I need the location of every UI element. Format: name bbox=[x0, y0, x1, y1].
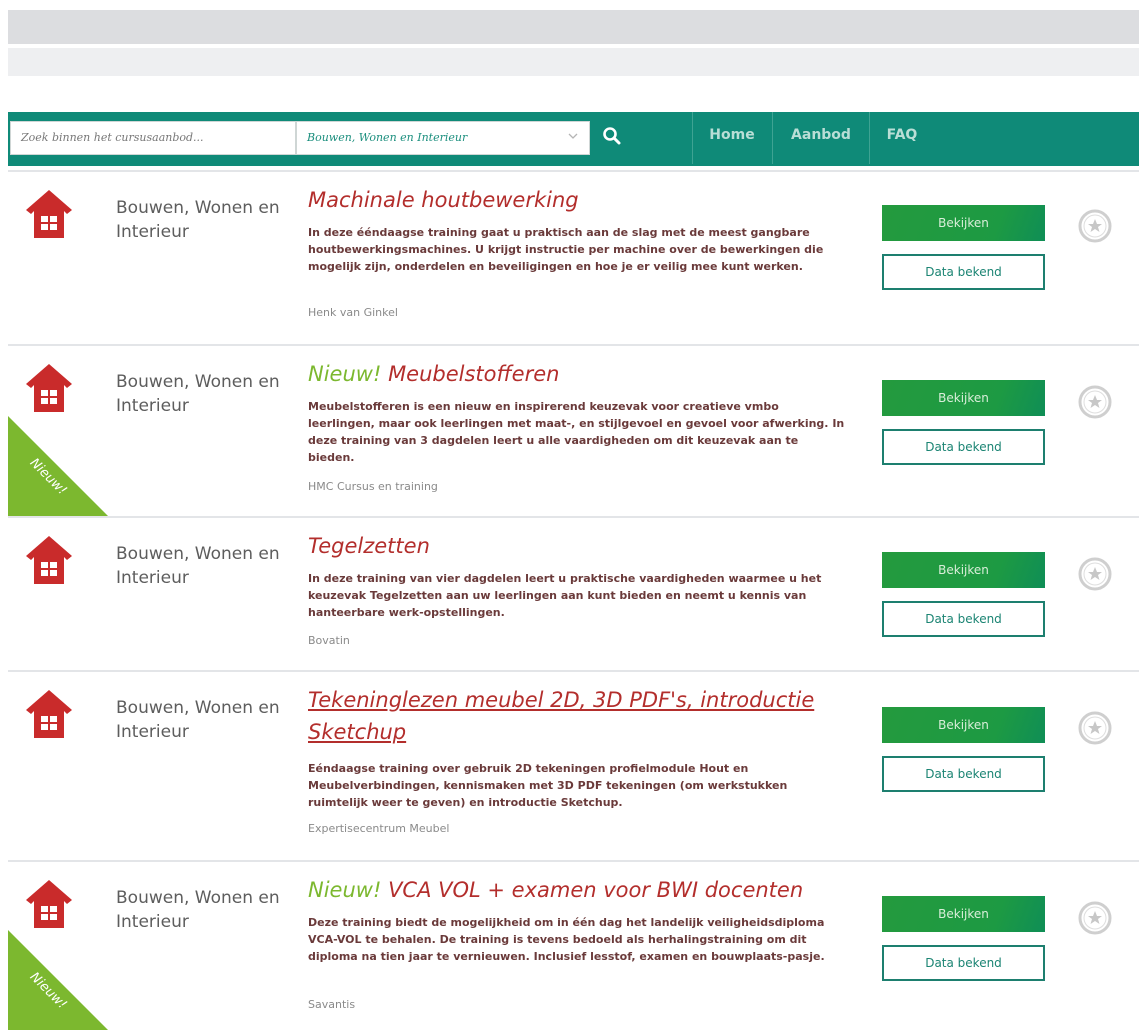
dates-button[interactable]: Data bekend bbox=[882, 945, 1045, 981]
course-item: Nieuw! Bouwen, Wonen en Interieur Nieuw!… bbox=[8, 862, 1139, 1030]
course-description: In deze training van vier dagdelen leert… bbox=[308, 572, 822, 619]
star-icon[interactable] bbox=[1075, 554, 1115, 594]
dates-button[interactable]: Data bekend bbox=[882, 601, 1045, 637]
chevron-down-icon bbox=[568, 133, 578, 139]
nav-item-faq[interactable]: FAQ bbox=[870, 112, 934, 164]
course-description: Deze training biedt de mogelijkheid om i… bbox=[308, 916, 825, 963]
dates-button[interactable]: Data bekend bbox=[882, 756, 1045, 792]
star-icon[interactable] bbox=[1075, 382, 1115, 422]
category-select[interactable]: Bouwen, Wonen en Interieur bbox=[296, 121, 590, 155]
course-provider: HMC Cursus en training bbox=[308, 480, 438, 493]
new-prefix: Nieuw! bbox=[308, 878, 382, 902]
nav-item-aanbod[interactable]: Aanbod bbox=[773, 112, 869, 164]
search-input[interactable]: Zoek binnen het cursusaanbod... bbox=[10, 121, 296, 155]
course-category: Bouwen, Wonen en Interieur bbox=[116, 372, 280, 416]
course-title-text[interactable]: Meubelstofferen bbox=[388, 362, 559, 386]
new-prefix: Nieuw! bbox=[308, 362, 382, 386]
house-icon bbox=[26, 364, 72, 412]
course-provider: Savantis bbox=[308, 998, 356, 1011]
course-title-text[interactable]: Machinale houtbewerking bbox=[308, 188, 579, 212]
house-icon bbox=[26, 690, 72, 738]
course-title-text[interactable]: VCA VOL + examen voor BWI docenten bbox=[388, 878, 803, 902]
star-icon[interactable] bbox=[1075, 898, 1115, 938]
navigation-bar: Zoek binnen het cursusaanbod... Bouwen, … bbox=[8, 112, 1139, 166]
view-button[interactable]: Bekijken bbox=[882, 205, 1045, 241]
course-description: Eéndaagse training over gebruik 2D teken… bbox=[308, 762, 788, 809]
sub-bar bbox=[8, 48, 1139, 76]
course-title[interactable]: Nieuw! VCA VOL + examen voor BWI docente… bbox=[308, 874, 868, 906]
course-title-text[interactable]: Tegelzetten bbox=[308, 534, 430, 558]
course-title[interactable]: Nieuw! Meubelstofferen bbox=[308, 358, 868, 390]
course-description: In deze ééndaagse training gaat u prakti… bbox=[308, 226, 824, 273]
course-provider: Henk van Ginkel bbox=[308, 306, 398, 319]
star-icon[interactable] bbox=[1075, 206, 1115, 246]
dates-button[interactable]: Data bekend bbox=[882, 429, 1045, 465]
nav-item-home[interactable]: Home bbox=[692, 112, 772, 164]
course-item: Nieuw! Bouwen, Wonen en Interieur Nieuw!… bbox=[8, 346, 1139, 516]
view-button[interactable]: Bekijken bbox=[882, 552, 1045, 588]
new-ribbon: Nieuw! bbox=[8, 416, 108, 516]
house-icon bbox=[26, 880, 72, 928]
dates-button[interactable]: Data bekend bbox=[882, 254, 1045, 290]
category-select-value: Bouwen, Wonen en Interieur bbox=[307, 131, 468, 144]
view-button[interactable]: Bekijken bbox=[882, 380, 1045, 416]
course-title[interactable]: Machinale houtbewerking bbox=[308, 184, 868, 216]
course-description: Meubelstofferen is een nieuw en inspirer… bbox=[308, 400, 845, 464]
course-title[interactable]: Tekeninglezen meubel 2D, 3D PDF's, intro… bbox=[308, 684, 868, 748]
course-provider: Expertisecentrum Meubel bbox=[308, 822, 450, 835]
house-icon bbox=[26, 536, 72, 584]
new-ribbon: Nieuw! bbox=[8, 930, 108, 1030]
course-category: Bouwen, Wonen en Interieur bbox=[116, 888, 280, 932]
house-icon bbox=[26, 190, 72, 238]
view-button[interactable]: Bekijken bbox=[882, 707, 1045, 743]
course-category: Bouwen, Wonen en Interieur bbox=[116, 698, 280, 742]
top-bar bbox=[8, 10, 1139, 44]
course-category: Bouwen, Wonen en Interieur bbox=[116, 198, 280, 242]
course-category: Bouwen, Wonen en Interieur bbox=[116, 544, 280, 588]
course-item: Bouwen, Wonen en Interieur Tegelzetten I… bbox=[8, 518, 1139, 670]
course-item: Bouwen, Wonen en Interieur Machinale hou… bbox=[8, 172, 1139, 344]
search-icon[interactable] bbox=[602, 126, 622, 146]
course-item: Bouwen, Wonen en Interieur Tekeninglezen… bbox=[8, 672, 1139, 860]
star-icon[interactable] bbox=[1075, 708, 1115, 748]
course-title-text[interactable]: Tekeninglezen meubel 2D, 3D PDF's, intro… bbox=[308, 688, 814, 744]
course-provider: Bovatin bbox=[308, 634, 350, 647]
view-button[interactable]: Bekijken bbox=[882, 896, 1045, 932]
course-title[interactable]: Tegelzetten bbox=[308, 530, 868, 562]
